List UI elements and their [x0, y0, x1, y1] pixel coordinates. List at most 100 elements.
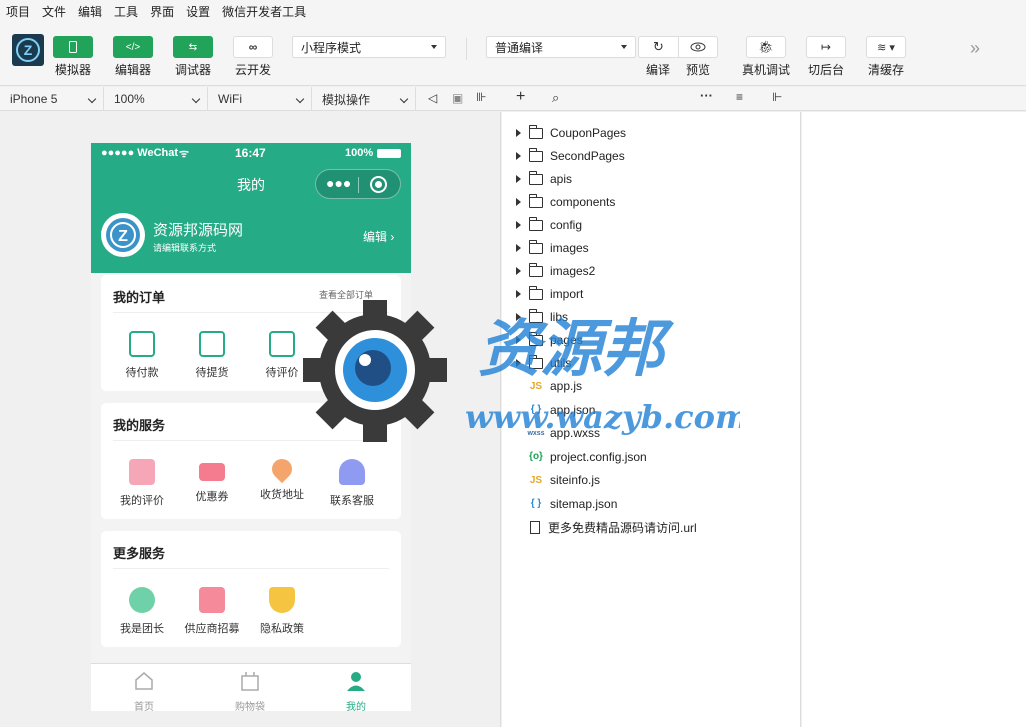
menu-devtools[interactable]: 微信开发者工具 — [222, 3, 306, 20]
editor-button[interactable]: </> 编辑器 — [113, 36, 153, 78]
file-item[interactable]: JS app.js — [526, 376, 582, 396]
simulator-label: 模拟器 — [54, 63, 91, 77]
zoom-select[interactable]: 100% — [104, 87, 208, 111]
menu-file[interactable]: 文件 — [42, 3, 66, 20]
order-pending-pickup[interactable]: 待提货 — [177, 331, 247, 380]
order-after-sales[interactable]: 售后服务 — [317, 331, 387, 380]
tab-cart[interactable]: 购物袋 — [197, 670, 303, 711]
status-time: 16:47 — [235, 146, 266, 160]
more-privacy[interactable]: 隐私政策 — [247, 587, 317, 636]
file-label: app.js — [550, 379, 583, 393]
more-item-label: 隐私政策 — [260, 623, 304, 635]
search-icon[interactable]: ⌕ — [552, 90, 559, 106]
order-item-label: 待付款 — [125, 367, 159, 379]
menu-view[interactable]: 界面 — [150, 3, 174, 20]
folder-item[interactable]: SecondPages — [516, 146, 625, 166]
folder-icon — [529, 354, 543, 369]
folder-icon — [529, 170, 543, 185]
debugger-button[interactable]: ⇆ 调试器 — [173, 36, 213, 78]
tab-label: 我的 — [346, 702, 366, 711]
service-coupons[interactable]: 优惠券 — [177, 459, 247, 504]
clear-cache-button[interactable]: ≋ ▾ 清缓存 — [866, 36, 906, 78]
order-item-label: 待评价 — [265, 367, 299, 379]
operation-select[interactable]: 模拟操作 — [312, 87, 416, 111]
service-contact[interactable]: 联系客服 — [317, 459, 387, 508]
file-explorer: CouponPages SecondPages apis components conf… — [502, 112, 801, 727]
background-label: 切后台 — [807, 63, 844, 77]
network-select[interactable]: WiFi — [208, 87, 312, 111]
window-icon[interactable]: ▣ — [452, 91, 463, 105]
preview-button[interactable]: 预览 — [678, 36, 718, 78]
cloud-button[interactable]: ∞ 云开发 — [233, 36, 273, 78]
tab-home[interactable]: 首页 — [91, 670, 197, 711]
folder-item[interactable]: components — [516, 192, 615, 212]
close-target-icon[interactable] — [370, 176, 387, 193]
detach-icon[interactable]: ⊪ — [476, 90, 486, 104]
operation-value: 模拟操作 — [322, 92, 371, 107]
more-item-label: 供应商招募 — [184, 623, 240, 635]
order-pending-payment[interactable]: 待付款 — [107, 331, 177, 380]
crown-icon — [199, 587, 225, 613]
menu-settings[interactable]: 设置 — [186, 3, 210, 20]
file-item[interactable]: JS siteinfo.js — [526, 470, 600, 490]
compile-button[interactable]: ↻ 编译 — [638, 36, 678, 78]
service-my-reviews[interactable]: 我的评价 — [107, 459, 177, 508]
more-double-chevron-icon[interactable]: » — [970, 38, 980, 59]
folder-item[interactable]: images2 — [516, 261, 595, 281]
more-team-leader[interactable]: 我是团长 — [107, 587, 177, 636]
view-all-orders-link[interactable]: 查看全部订单 — [319, 288, 373, 301]
order-pending-review[interactable]: 待评价 — [247, 331, 317, 380]
capsule-button[interactable]: ●●● — [315, 169, 401, 199]
folder-item[interactable]: CouponPages — [516, 123, 626, 143]
folder-icon — [529, 331, 543, 346]
file-item[interactable]: { } app.json — [526, 400, 596, 420]
editor-label: 编辑器 — [114, 63, 151, 77]
chevron-right-icon — [516, 129, 521, 137]
folder-item[interactable]: config — [516, 215, 582, 235]
orders-title: 我的订单 — [113, 290, 166, 305]
file-item[interactable]: wxss app.wxss — [526, 423, 600, 443]
wallet-icon — [129, 331, 155, 357]
status-bar: ●●●●● WeChat ᯤ 16:47 100% — [91, 143, 411, 163]
mode-select[interactable]: 小程序模式 — [292, 36, 446, 58]
more-supplier[interactable]: 供应商招募 — [177, 587, 247, 636]
device-select[interactable]: iPhone 5 — [0, 87, 104, 111]
debug-arrows-icon: ⇆ — [188, 41, 198, 53]
avatar[interactable]: Z — [101, 213, 145, 257]
add-file-icon[interactable]: + — [516, 88, 525, 106]
folder-item[interactable]: import — [516, 284, 583, 304]
folder-item[interactable]: utils — [516, 353, 571, 373]
compile-mode-select[interactable]: 普通编译 — [486, 36, 636, 58]
folder-item[interactable]: libs — [516, 307, 568, 327]
more-icon[interactable]: ··· — [700, 88, 713, 103]
file-item[interactable]: {o} project.config.json — [526, 447, 647, 467]
menu-tools[interactable]: 工具 — [114, 3, 138, 20]
more-dots-icon[interactable]: ●●● — [326, 175, 351, 191]
file-label: app.wxss — [550, 426, 601, 440]
folder-item[interactable]: apis — [516, 169, 572, 189]
edit-profile-link[interactable]: 编辑 › — [363, 228, 394, 245]
simulator-button[interactable]: 模拟器 — [53, 36, 93, 78]
remote-debug-button[interactable]: 🐞︎ 真机调试 — [742, 36, 790, 78]
app-avatar[interactable]: Z — [12, 34, 44, 66]
panel-toggle-icon[interactable]: ⊩ — [772, 90, 782, 104]
folder-label: images2 — [550, 264, 596, 278]
menu-edit[interactable]: 编辑 — [78, 3, 102, 20]
file-item[interactable]: 更多免费精品源码请访问.url — [526, 517, 697, 537]
collapse-icon[interactable]: ≡ — [736, 90, 743, 104]
service-address[interactable]: 收货地址 — [247, 454, 317, 502]
menu-project[interactable]: 项目 — [6, 3, 30, 20]
service-item-label: 我的评价 — [120, 495, 164, 507]
chevron-right-icon — [516, 244, 521, 252]
sound-icon[interactable]: ◁ — [428, 91, 437, 105]
folder-label: utils — [550, 356, 572, 370]
folder-item[interactable]: pages — [516, 330, 583, 350]
folder-label: libs — [550, 310, 569, 324]
tab-mine[interactable]: 我的 — [303, 670, 409, 711]
background-button[interactable]: ↦ 切后台 — [806, 36, 846, 78]
chevron-right-icon — [516, 175, 521, 183]
coupon-icon — [199, 463, 225, 481]
order-item-label: 待提货 — [195, 367, 229, 379]
folder-item[interactable]: images — [516, 238, 589, 258]
file-item[interactable]: { } sitemap.json — [526, 494, 618, 514]
